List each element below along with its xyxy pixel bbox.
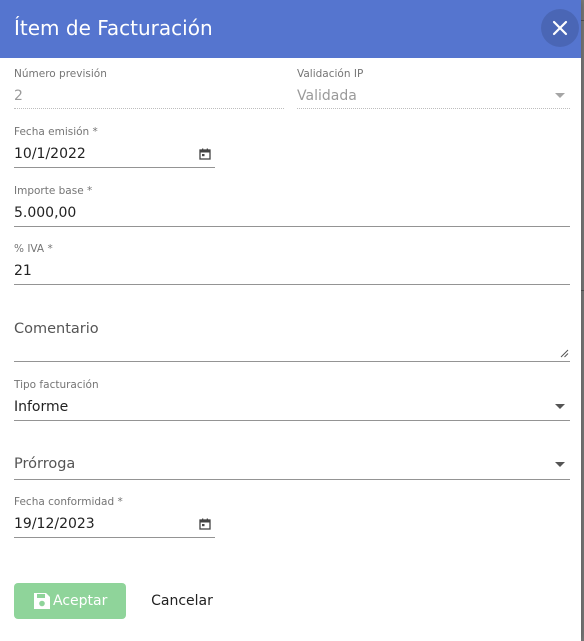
dialog-header: Ítem de Facturación: [0, 0, 581, 58]
importe-base-value: 5.000,00: [14, 205, 77, 221]
iva-value: 21: [14, 263, 32, 279]
numero-prevision-value: 2: [14, 88, 23, 104]
cancel-button[interactable]: Cancelar: [140, 583, 224, 619]
numero-prevision-field[interactable]: Número previsión 2: [14, 68, 284, 110]
accept-button-label: Aceptar: [53, 593, 108, 609]
field-underline: [14, 420, 570, 421]
field-underline: [14, 479, 570, 480]
field-underline: [297, 108, 570, 109]
comentario-placeholder: Comentario: [14, 321, 99, 337]
fecha-conformidad-label: Fecha conformidad *: [14, 496, 123, 508]
close-button[interactable]: [541, 9, 579, 47]
prorroga-placeholder: Prórroga: [14, 456, 76, 472]
calendar-icon[interactable]: [199, 518, 211, 530]
chevron-down-icon: [555, 462, 565, 467]
tipo-facturacion-label: Tipo facturación: [14, 379, 99, 391]
billing-item-dialog: Ítem de Facturación Número previsión 2 V…: [0, 0, 581, 641]
validacion-ip-label: Validación IP: [297, 68, 364, 80]
field-underline: [14, 108, 284, 109]
validacion-ip-select[interactable]: Validación IP Validada: [297, 68, 570, 110]
tipo-facturacion-value: Informe: [14, 399, 69, 415]
field-underline: [14, 226, 570, 227]
prorroga-select[interactable]: Prórroga: [14, 452, 570, 480]
iva-field[interactable]: % IVA * 21: [14, 243, 570, 285]
fecha-conformidad-field[interactable]: Fecha conformidad * 19/12/2023: [14, 496, 215, 538]
validacion-ip-value: Validada: [297, 88, 357, 104]
importe-base-field[interactable]: Importe base * 5.000,00: [14, 185, 570, 227]
iva-label: % IVA *: [14, 243, 53, 255]
close-icon: [552, 20, 568, 36]
save-icon: [34, 593, 50, 609]
fecha-emision-value: 10/1/2022: [14, 146, 86, 162]
accept-button[interactable]: Aceptar: [14, 583, 126, 619]
tipo-facturacion-select[interactable]: Tipo facturación Informe: [14, 379, 570, 421]
dialog-title: Ítem de Facturación: [14, 16, 213, 40]
chevron-down-icon: [555, 404, 565, 409]
chevron-down-icon: [555, 93, 565, 98]
field-underline: [14, 537, 215, 538]
fecha-emision-label: Fecha emisión *: [14, 126, 98, 138]
numero-prevision-label: Número previsión: [14, 68, 107, 80]
field-underline: [14, 284, 570, 285]
fecha-conformidad-value: 19/12/2023: [14, 516, 95, 532]
calendar-icon[interactable]: [199, 148, 211, 160]
resize-handle-icon[interactable]: [560, 349, 569, 358]
field-underline: [14, 361, 570, 362]
comentario-textarea[interactable]: Comentario: [14, 318, 570, 362]
fecha-emision-field[interactable]: Fecha emisión * 10/1/2022: [14, 126, 215, 168]
field-underline: [14, 167, 215, 168]
importe-base-label: Importe base *: [14, 185, 93, 197]
